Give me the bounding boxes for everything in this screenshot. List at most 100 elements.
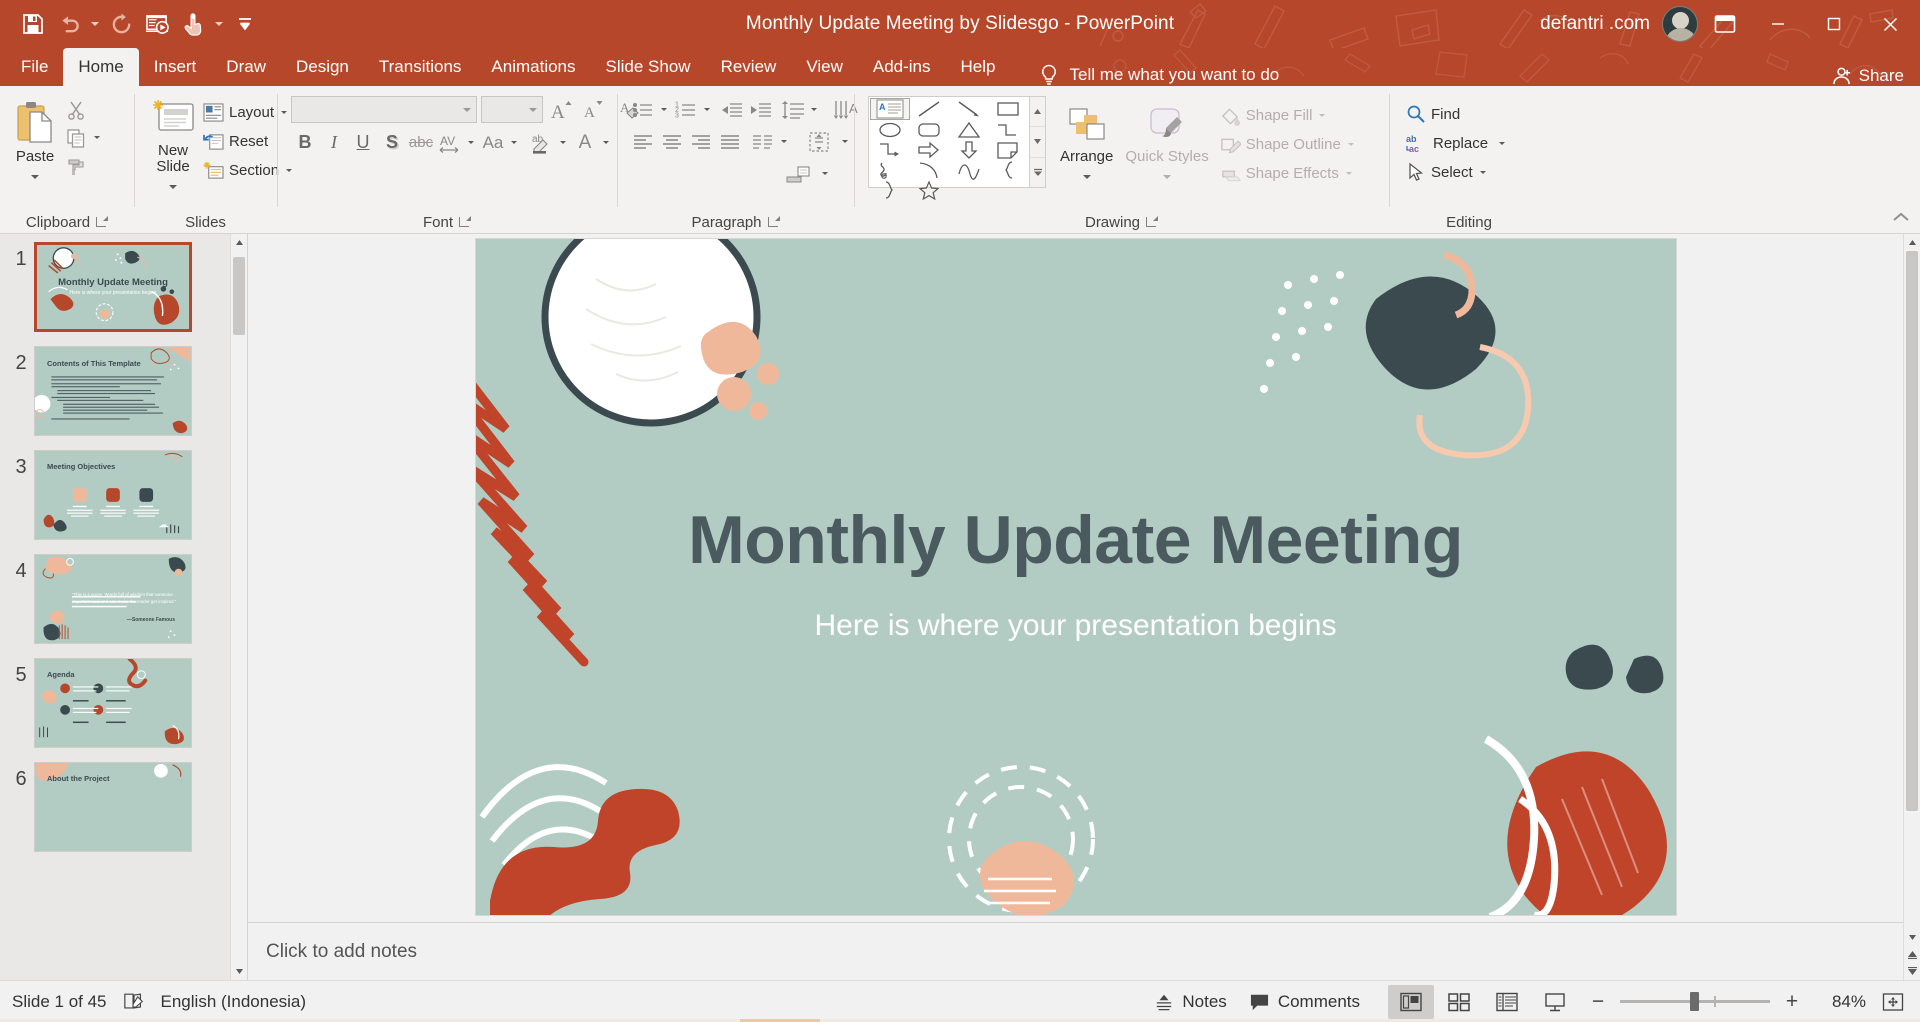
zoom-out-button[interactable]: −: [1586, 988, 1610, 1016]
shape-right-brace[interactable]: [870, 180, 910, 200]
save-button[interactable]: [16, 7, 50, 41]
columns-button[interactable]: [749, 128, 777, 155]
shape-left-brace[interactable]: [989, 160, 1029, 180]
font-name-combo[interactable]: [291, 96, 477, 123]
thumbnail-image-2[interactable]: Contents of This Template: [34, 346, 192, 436]
shape-down-arrow[interactable]: [949, 140, 989, 160]
align-text-button[interactable]: [800, 128, 838, 155]
format-painter-button[interactable]: [62, 152, 90, 179]
bullets-caret[interactable]: [657, 96, 671, 123]
thumbnail-scroll-down-button[interactable]: [231, 963, 247, 980]
minimize-button[interactable]: [1752, 0, 1804, 48]
increase-indent-button[interactable]: [747, 96, 775, 123]
copy-dropdown-caret[interactable]: [90, 124, 104, 151]
thumbnail-slide-4[interactable]: 4 “This is a quote. Words full of wisdom…: [0, 554, 247, 644]
shape-flowchart-page[interactable]: [989, 140, 1029, 160]
share-button[interactable]: Share: [1831, 66, 1904, 86]
text-highlight-caret[interactable]: [556, 129, 570, 156]
align-center-button[interactable]: [658, 128, 686, 155]
bullets-button[interactable]: [629, 96, 657, 123]
thumbnail-slide-1[interactable]: 1 Monthly Update Meeting Here is where y…: [0, 242, 247, 332]
tab-design[interactable]: Design: [281, 48, 364, 86]
slide-indicator[interactable]: Slide 1 of 45: [12, 992, 107, 1012]
shape-elbow-arrow[interactable]: [870, 140, 910, 160]
tab-review[interactable]: Review: [706, 48, 792, 86]
thumbnail-image-5[interactable]: Agenda: [34, 658, 192, 748]
shapes-gallery-scroll-up[interactable]: [1030, 97, 1045, 126]
align-left-button[interactable]: [629, 128, 657, 155]
change-case-caret[interactable]: [507, 129, 521, 156]
tab-view[interactable]: View: [791, 48, 858, 86]
thumbnail-slide-3[interactable]: 3 Meeting Objectives: [0, 450, 247, 540]
character-spacing-button[interactable]: AV: [436, 129, 464, 156]
shape-effects-button[interactable]: Shape Effects: [1217, 160, 1360, 188]
shape-right-arrow[interactable]: [910, 140, 950, 160]
shape-arc[interactable]: [910, 160, 950, 180]
align-text-caret[interactable]: [838, 128, 852, 155]
shape-rounded-rectangle[interactable]: [910, 120, 950, 140]
shapes-gallery-scrollbar[interactable]: [1030, 96, 1046, 188]
shape-more[interactable]: [989, 180, 1029, 200]
language-indicator[interactable]: English (Indonesia): [161, 992, 307, 1012]
thumbnail-slide-6[interactable]: 6 About the Project: [0, 762, 247, 852]
increase-font-size-button[interactable]: A: [547, 96, 575, 123]
undo-dropdown-caret[interactable]: [88, 7, 102, 41]
convert-to-smartart-button[interactable]: [779, 160, 817, 187]
tab-help[interactable]: Help: [946, 48, 1011, 86]
tab-animations[interactable]: Animations: [476, 48, 590, 86]
shape-line[interactable]: [910, 98, 950, 120]
shape-wave[interactable]: [949, 160, 989, 180]
font-size-combo[interactable]: [481, 96, 543, 123]
undo-button[interactable]: [52, 7, 86, 41]
decrease-font-size-button[interactable]: A: [579, 96, 607, 123]
shape-text-box[interactable]: A: [870, 98, 910, 120]
shape-star[interactable]: [910, 180, 950, 200]
zoom-in-button[interactable]: +: [1780, 988, 1804, 1016]
thumbnail-image-6[interactable]: About the Project: [34, 762, 192, 852]
shape-elbow-connector[interactable]: [989, 120, 1029, 140]
thumbnail-image-1[interactable]: Monthly Update Meeting Here is where you…: [34, 242, 192, 332]
current-slide[interactable]: Monthly Update Meeting Here is where you…: [475, 239, 1676, 915]
shape-outline-button[interactable]: Shape Outline: [1217, 131, 1360, 159]
shape-triangle[interactable]: [949, 120, 989, 140]
columns-caret[interactable]: [777, 128, 791, 155]
touch-mode-dropdown-caret[interactable]: [212, 7, 226, 41]
fit-to-window-button[interactable]: [1876, 987, 1910, 1017]
line-spacing-caret[interactable]: [807, 96, 821, 123]
shape-arrow-line[interactable]: [949, 98, 989, 120]
character-spacing-caret[interactable]: [464, 129, 478, 156]
justify-button[interactable]: [716, 128, 744, 155]
align-right-button[interactable]: [687, 128, 715, 155]
thumbnail-slide-2[interactable]: 2 Contents of This Template: [0, 346, 247, 436]
new-slide-button[interactable]: New Slide: [146, 94, 200, 194]
slide-scroll-up-button[interactable]: [1904, 234, 1920, 251]
previous-slide-button[interactable]: [1904, 946, 1920, 963]
shape-freeform[interactable]: [949, 180, 989, 200]
underline-button[interactable]: U: [349, 129, 377, 156]
convert-to-smartart-caret[interactable]: [818, 160, 832, 187]
thumbnail-scrollbar[interactable]: [230, 234, 247, 980]
bold-button[interactable]: B: [291, 129, 319, 156]
paragraph-dialog-launcher[interactable]: [767, 216, 780, 228]
tab-home[interactable]: Home: [63, 48, 139, 86]
font-dialog-launcher[interactable]: [459, 216, 471, 228]
font-color-caret[interactable]: [599, 129, 613, 156]
redo-button[interactable]: [104, 7, 138, 41]
close-button[interactable]: [1864, 0, 1916, 48]
thumbnail-image-3[interactable]: Meeting Objectives: [34, 450, 192, 540]
ribbon-display-options-icon[interactable]: [1702, 7, 1748, 41]
arrange-button[interactable]: Arrange: [1054, 100, 1119, 184]
thumbnail-slide-5[interactable]: 5 Agenda: [0, 658, 247, 748]
restore-button[interactable]: [1808, 0, 1860, 48]
spelling-check-icon[interactable]: [123, 992, 145, 1011]
slide-scroll-thumb[interactable]: [1906, 251, 1918, 811]
zoom-slider[interactable]: [1620, 992, 1770, 1011]
quick-styles-button[interactable]: Quick Styles: [1119, 100, 1214, 184]
thumbnail-scroll-thumb[interactable]: [233, 257, 245, 335]
copy-button[interactable]: [62, 124, 90, 151]
zoom-percentage[interactable]: 84%: [1814, 992, 1866, 1012]
normal-view-button[interactable]: [1388, 984, 1434, 1019]
shape-rectangle[interactable]: [989, 98, 1029, 120]
slide-scroll-down-button[interactable]: [1904, 929, 1920, 946]
font-color-button[interactable]: A: [571, 129, 599, 156]
